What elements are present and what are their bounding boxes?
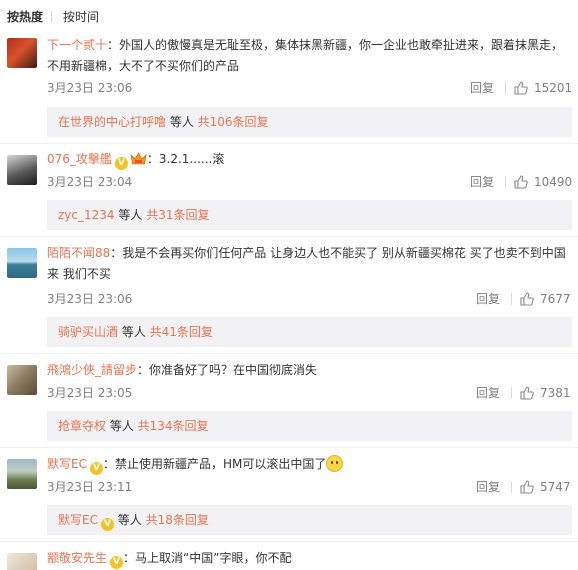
comment-content: ：禁止使用新疆产品，HM可以滚出中国了 — [102, 457, 327, 471]
like-count: 15201 — [534, 81, 573, 95]
like-divider — [505, 176, 506, 188]
sub-reply-user[interactable]: zyc_1234 — [58, 208, 115, 222]
reply-button[interactable]: 回复 — [476, 479, 500, 495]
divider — [0, 541, 578, 542]
sort-by-time[interactable]: 按时间 — [63, 9, 99, 25]
comment-content: ：外国人的傲慢真是无耻至极，集体抹黑新疆，你一企业也敢牵扯进来，跟着抹黑走， — [107, 38, 564, 52]
comment-time: 3月23日 23:11 — [47, 480, 133, 494]
crown-icon — [130, 152, 147, 165]
avatar[interactable] — [7, 459, 37, 489]
like-count: 7677 — [540, 292, 571, 306]
comment-content: ：3.2.1......滚 — [146, 152, 225, 166]
comment-text: 陌陌不闻88：我是不会再买你们任何产品 让身边人也不能买了 别从新疆买棉花 买了… — [47, 243, 572, 285]
avatar[interactable] — [7, 248, 37, 278]
reply-button[interactable]: 回复 — [476, 385, 500, 401]
avatar[interactable] — [7, 553, 37, 570]
sort-by-hot[interactable]: 按热度 — [7, 9, 43, 25]
comment-text: 颛敬安先生 V ：马上取消“中国”字眼，你不配 — [47, 548, 572, 569]
verified-badge-icon: V — [114, 157, 128, 170]
comment-text: 下一个贰十：外国人的傲慢真是无耻至极，集体抹黑新疆，你一企业也敢牵扯进来，跟着抹… — [47, 35, 572, 77]
comment-content: ：我是不会再买你们任何产品 让身边人也不能买了 别从新疆买棉花 买了也卖不到中国 — [110, 246, 566, 260]
comment-meta: 3月23日 23:04 回复 10490 — [47, 174, 572, 190]
comment-text: 默写EC V ：禁止使用新疆产品，HM可以滚出中国了 — [47, 454, 572, 475]
comment-content: ：马上取消“中国”字眼，你不配 — [123, 551, 292, 565]
username[interactable]: 飛鴻少俠_請留步 — [47, 363, 137, 377]
divider — [0, 143, 578, 144]
comment-content-cont: 不用新疆棉，大不了不买你们的产品 — [47, 59, 240, 73]
comment-time: 3月23日 23:04 — [47, 175, 133, 189]
like-divider — [511, 387, 512, 399]
username[interactable]: 颛敬安先生 — [47, 551, 107, 565]
verified-badge-icon: V — [110, 556, 124, 569]
divider — [0, 353, 578, 354]
username[interactable]: 076_攻擊艦 — [47, 152, 112, 166]
thumbs-up-icon — [514, 81, 528, 95]
comment-content-cont: 来 我们不买 — [47, 267, 111, 281]
sub-reply-user[interactable]: 默写EC — [58, 513, 98, 527]
sub-replies-box[interactable]: 骑驴买山酒 等人 共41条回复 — [47, 317, 572, 347]
comment-content: ：你准备好了吗？在中国彻底消失 — [137, 363, 318, 377]
sub-reply-label: 等人 — [118, 325, 150, 339]
sort-divider — [51, 11, 52, 23]
comment-text: 076_攻擊艦 V ：3.2.1......滚 — [47, 149, 572, 170]
username[interactable]: 默写EC — [47, 457, 87, 471]
sub-reply-count[interactable]: 共134条回复 — [138, 419, 209, 433]
sub-reply-user[interactable]: 抢章夺权 — [58, 419, 106, 433]
sub-reply-count[interactable]: 共41条回复 — [150, 325, 213, 339]
like-divider — [511, 293, 512, 305]
sub-reply-count[interactable]: 共31条回复 — [146, 208, 209, 222]
comment-meta: 3月23日 23:05 回复 7381 — [47, 385, 572, 401]
like-count: 5747 — [540, 480, 571, 494]
sub-replies-box[interactable]: zyc_1234 等人 共31条回复 — [47, 200, 572, 230]
comment-time: 3月23日 23:06 — [47, 81, 133, 95]
verified-badge-icon: V — [89, 462, 103, 475]
sub-reply-count[interactable]: 共18条回复 — [146, 513, 209, 527]
sub-reply-user[interactable]: 在世界的中心打呼噜 — [58, 115, 166, 129]
comment-time: 3月23日 23:06 — [47, 292, 133, 306]
divider — [0, 447, 578, 448]
reply-button[interactable]: 回复 — [476, 291, 500, 307]
sub-replies-box[interactable]: 默写EC V 等人 共18条回复 — [47, 505, 572, 535]
like-count: 7381 — [540, 386, 571, 400]
verified-badge-icon: V — [100, 518, 114, 531]
sub-reply-label: 等人 — [114, 208, 147, 222]
sub-reply-user[interactable]: 骑驴买山酒 — [58, 325, 118, 339]
like-divider — [505, 82, 506, 94]
sub-reply-label: 等人 — [113, 513, 146, 527]
sub-reply-label: 等人 — [166, 115, 198, 129]
like-divider — [511, 481, 512, 493]
thumbs-up-icon — [520, 386, 534, 400]
like-count: 10490 — [534, 175, 573, 189]
sub-replies-box[interactable]: 在世界的中心打呼噜 等人 共106条回复 — [47, 107, 572, 137]
sub-replies-box[interactable]: 抢章夺权 等人 共134条回复 — [47, 411, 572, 441]
smile-emoji-icon — [326, 455, 344, 472]
comment-meta: 3月23日 23:06 回复 15201 — [47, 80, 572, 96]
avatar[interactable] — [7, 365, 37, 395]
comment-text: 飛鴻少俠_請留步：你准备好了吗？在中国彻底消失 — [47, 360, 572, 381]
reply-button[interactable]: 回复 — [470, 80, 494, 96]
sub-reply-count[interactable]: 共106条回复 — [198, 115, 269, 129]
sort-bar: 按热度 按时间 — [0, 0, 578, 30]
comment-time: 3月23日 23:05 — [47, 386, 133, 400]
thumbs-up-icon — [514, 175, 528, 189]
username[interactable]: 下一个贰十 — [47, 38, 107, 52]
avatar[interactable] — [7, 38, 37, 68]
comment-meta: 3月23日 23:06 回复 7677 — [47, 291, 572, 307]
thumbs-up-icon — [520, 480, 534, 494]
sub-reply-label: 等人 — [106, 419, 138, 433]
avatar[interactable] — [7, 155, 37, 185]
username[interactable]: 陌陌不闻88 — [47, 246, 110, 260]
comment-meta: 3月23日 23:11 回复 5747 — [47, 479, 572, 495]
thumbs-up-icon — [520, 292, 534, 306]
divider — [0, 236, 578, 237]
reply-button[interactable]: 回复 — [470, 174, 494, 190]
